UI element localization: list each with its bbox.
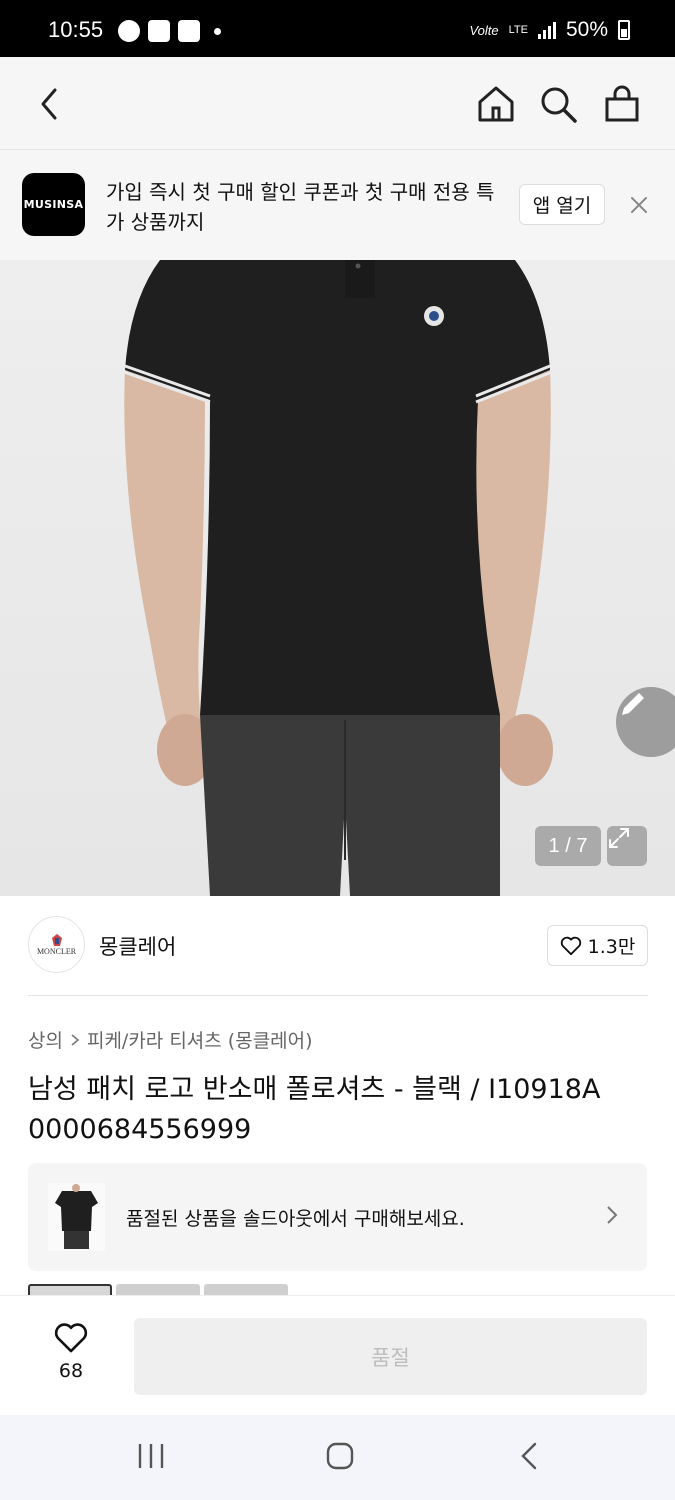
soldout-button[interactable]: 품절 xyxy=(134,1318,647,1395)
purchase-bar: 68 품절 xyxy=(0,1295,675,1415)
brand-logo-text: MONCLER xyxy=(36,947,77,956)
shopping-bag-icon xyxy=(605,85,639,122)
musinsa-logo: MUSINSA xyxy=(22,173,85,236)
system-navigation-bar xyxy=(0,1415,675,1500)
search-button[interactable] xyxy=(538,84,578,124)
open-app-button[interactable]: 앱 열기 xyxy=(519,184,605,225)
breadcrumb-subcategory[interactable]: 피케/카라 티셔츠 (몽클레어) xyxy=(87,1026,313,1053)
heart-icon xyxy=(54,1323,88,1353)
volte-label: Volte xyxy=(469,22,499,38)
breadcrumb: 상의 피케/카라 티셔츠 (몽클레어) xyxy=(28,1026,313,1053)
brand-like-button[interactable]: 1.3만 xyxy=(547,925,648,966)
product-image[interactable]: 1 / 7 xyxy=(0,260,675,896)
cart-button[interactable] xyxy=(602,84,642,124)
status-indicators: Volte LTE 50% xyxy=(469,18,630,42)
top-navigation xyxy=(0,57,675,150)
expand-icon xyxy=(609,828,629,848)
fullscreen-button[interactable] xyxy=(607,826,647,866)
signal-icon xyxy=(537,21,556,39)
search-icon xyxy=(541,87,577,123)
product-photo xyxy=(123,260,553,896)
product-title: 남성 패치 로고 반소매 폴로셔츠 - 블랙 / I10918A 0000684… xyxy=(28,1074,601,1145)
back-nav-icon[interactable] xyxy=(518,1441,540,1471)
product-thumbnail-image xyxy=(55,1184,98,1249)
breadcrumb-category[interactable]: 상의 xyxy=(28,1026,63,1053)
pencil-icon xyxy=(622,693,644,715)
battery-icon xyxy=(618,20,630,40)
chevron-right-icon xyxy=(607,1206,618,1224)
recent-apps-icon[interactable] xyxy=(137,1441,165,1471)
battery-percent: 50% xyxy=(565,18,608,41)
home-nav-icon[interactable] xyxy=(325,1441,355,1471)
wish-count: 68 xyxy=(58,1360,84,1382)
brand-logo[interactable]: MONCLER xyxy=(28,916,85,973)
chevron-left-icon xyxy=(41,88,57,120)
back-button[interactable] xyxy=(30,84,70,124)
close-icon[interactable] xyxy=(629,195,649,215)
soldout-thumbnail xyxy=(48,1183,105,1251)
heart-icon xyxy=(560,936,581,955)
app-icon xyxy=(148,20,170,42)
more-notifications-icon xyxy=(214,27,221,35)
network-label: LTE xyxy=(508,24,528,36)
image-counter: 1 / 7 xyxy=(535,826,601,866)
notification-icons xyxy=(118,20,221,42)
status-bar: 10:55 Volte LTE 50% xyxy=(0,0,675,57)
status-time: 10:55 xyxy=(48,17,104,42)
moncler-emblem-icon xyxy=(51,934,62,946)
home-icon xyxy=(478,86,514,122)
brand-name[interactable]: 몽클레어 xyxy=(99,931,176,961)
chevron-right-icon xyxy=(71,1033,80,1046)
chat-icon xyxy=(118,20,140,42)
brand-like-count: 1.3만 xyxy=(587,936,636,958)
divider xyxy=(28,995,648,996)
promo-message: 가입 즉시 첫 구매 할인 쿠폰과 첫 구매 전용 특가 상품까지 xyxy=(106,180,495,234)
soldout-notice[interactable]: 품절된 상품을 솔드아웃에서 구매해보세요. xyxy=(28,1163,647,1271)
image-icon xyxy=(178,20,200,42)
brand-row: MONCLER 몽클레어 1.3만 xyxy=(28,916,648,976)
app-promo-banner: MUSINSA 가입 즉시 첫 구매 할인 쿠폰과 첫 구매 전용 특가 상품까… xyxy=(0,150,675,260)
wish-button[interactable]: 68 xyxy=(45,1322,97,1382)
home-button[interactable] xyxy=(476,84,516,124)
soldout-message: 품절된 상품을 솔드아웃에서 구매해보세요. xyxy=(126,1208,465,1230)
